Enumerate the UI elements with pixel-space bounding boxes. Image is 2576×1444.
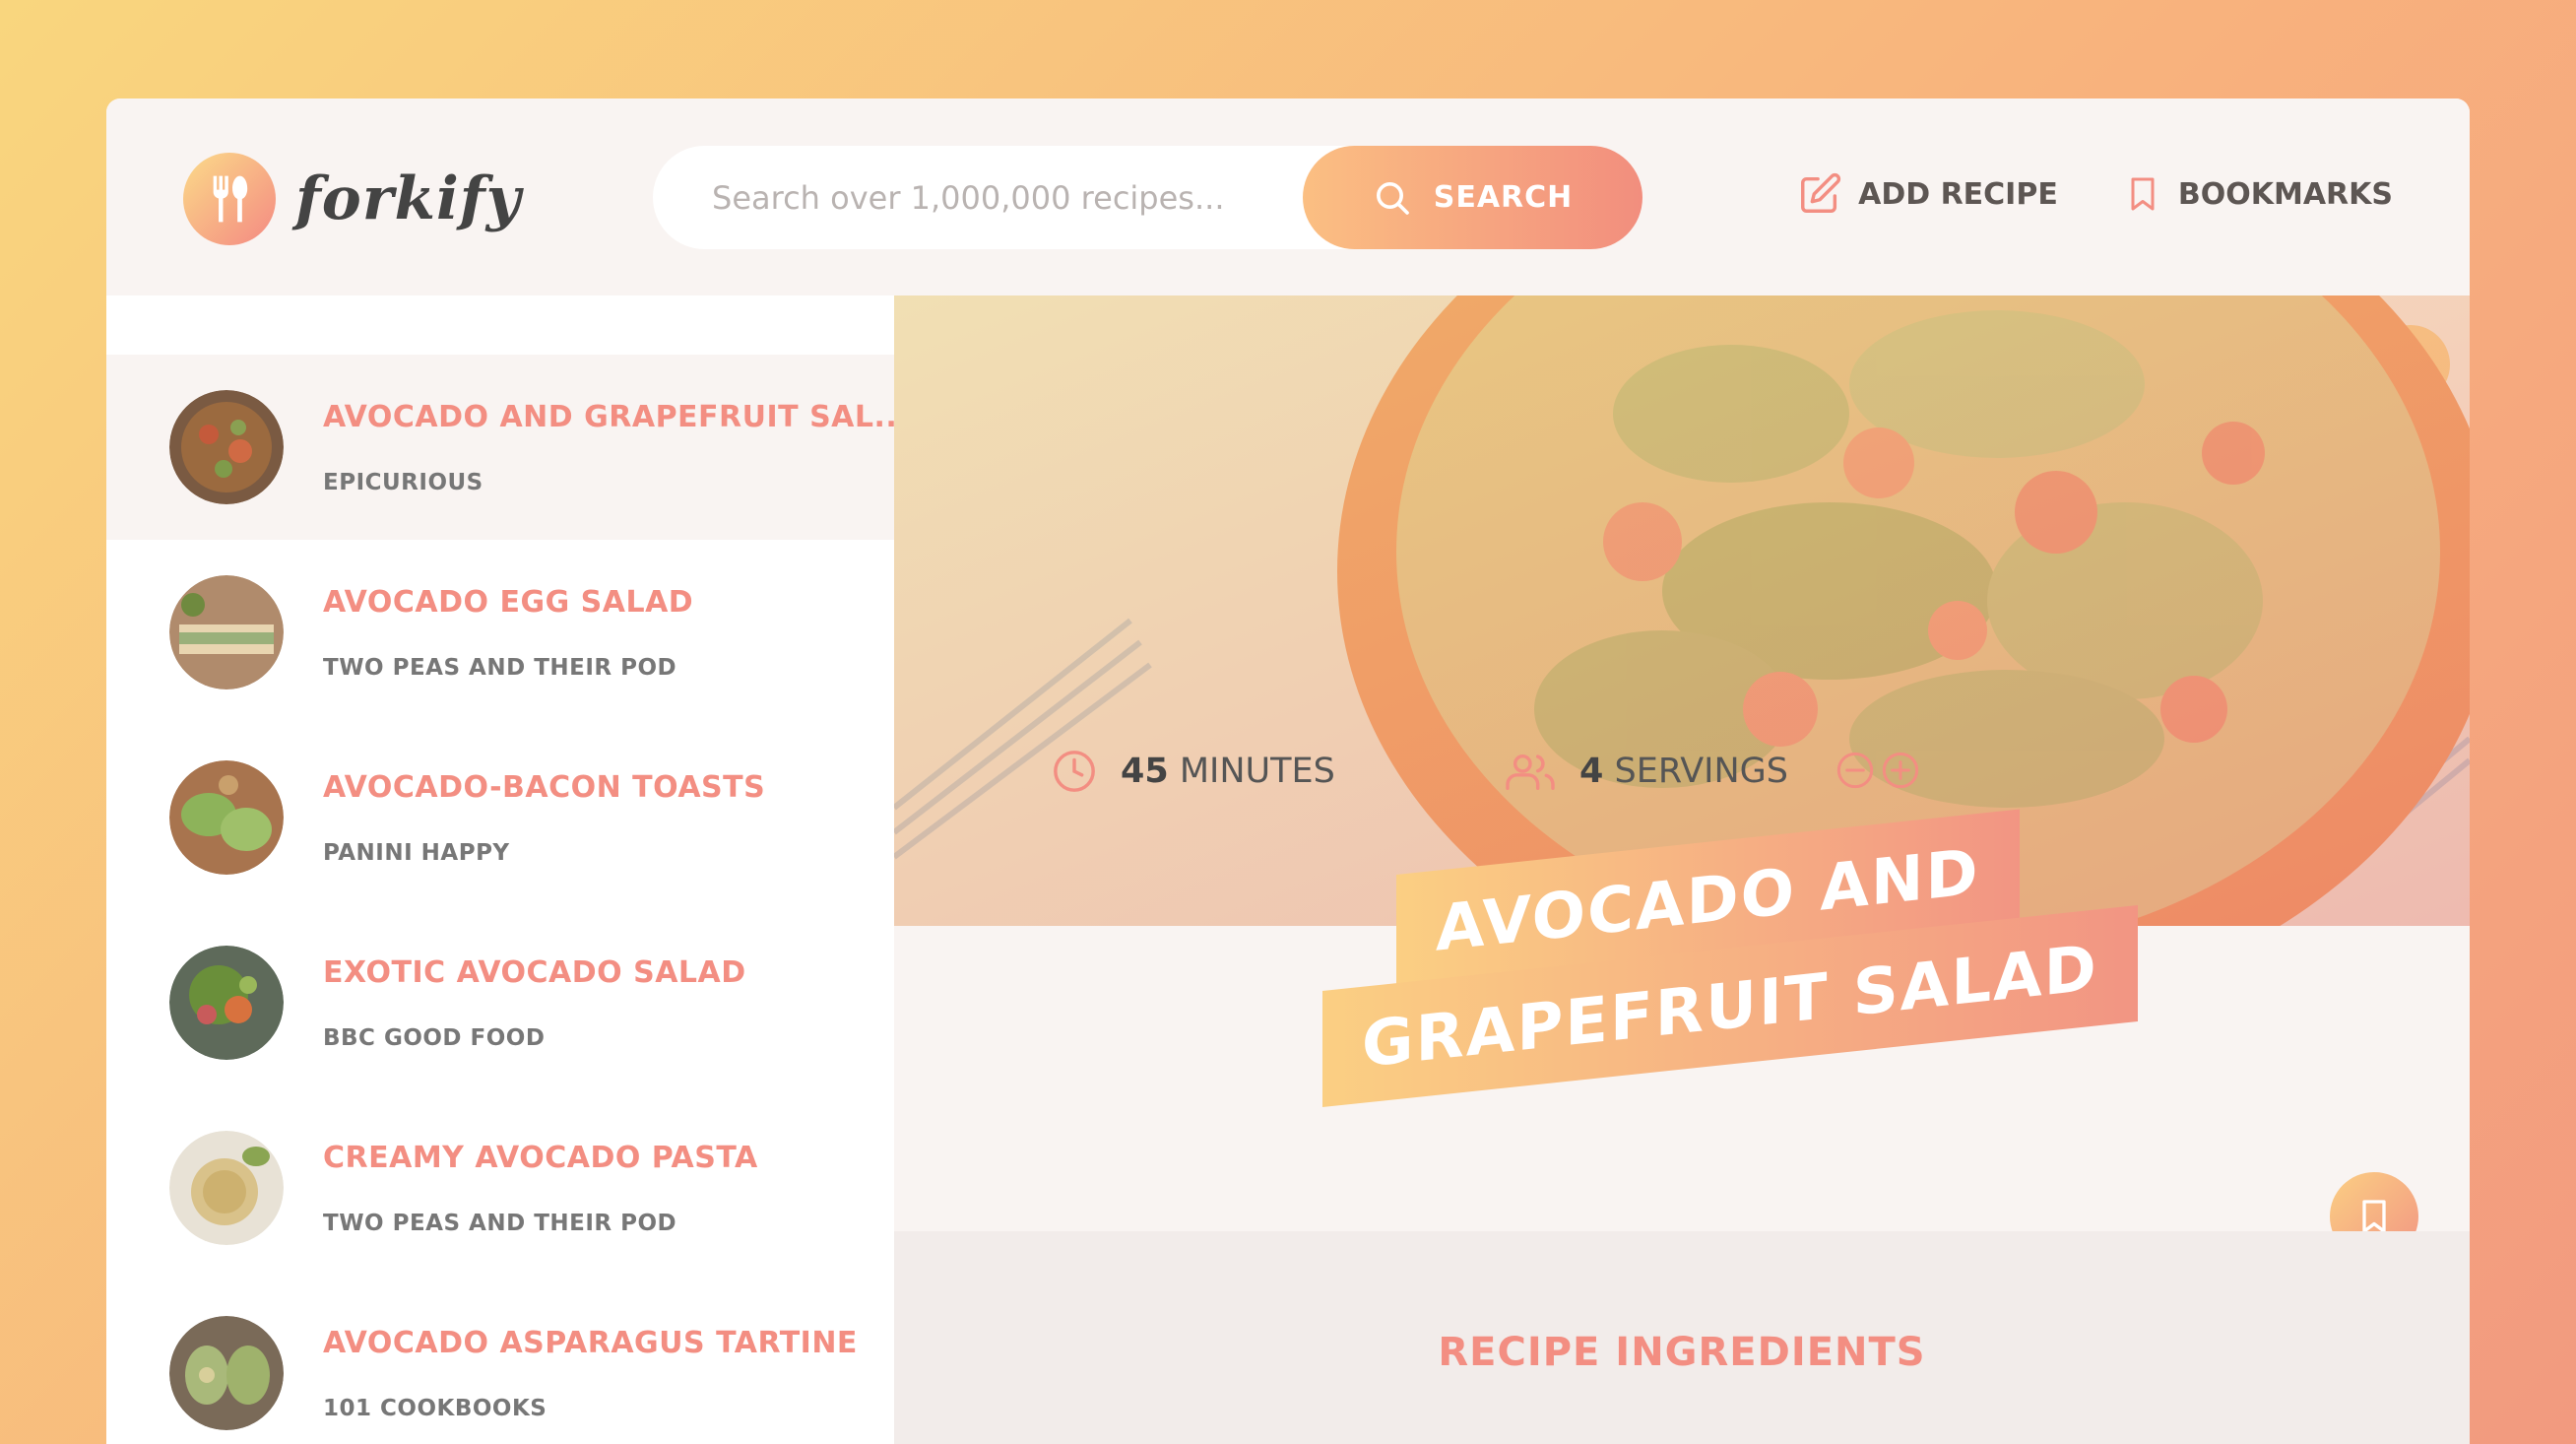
result-item[interactable]: AVOCADO AND GRAPEFRUIT SAL... EPICURIOUS [106, 355, 909, 540]
logo-text: forkify [295, 164, 522, 233]
result-publisher: PANINI HAPPY [323, 839, 510, 866]
result-publisher: TWO PEAS AND THEIR POD [323, 654, 677, 681]
clock-icon [1054, 751, 1095, 792]
search-button[interactable]: SEARCH [1303, 146, 1642, 249]
header: forkify SEARCH ADD RECIPE [106, 98, 2470, 295]
search-bar: SEARCH [653, 146, 1642, 249]
result-title: AVOCADO-BACON TOASTS [323, 769, 766, 805]
result-item[interactable]: AVOCADO-BACON TOASTS PANINI HAPPY [106, 725, 894, 910]
result-title: CREAMY AVOCADO PASTA [323, 1140, 758, 1175]
recipe-thumbnail [169, 390, 284, 504]
ingredients-heading: RECIPE INGREDIENTS [1438, 1330, 1926, 1375]
bookmark-icon [2131, 177, 2155, 211]
servings: 4 SERVINGS [1505, 749, 1920, 794]
recipe-thumbnail [169, 575, 284, 689]
bookmarks-label: BOOKMARKS [2177, 176, 2393, 212]
minus-circle-icon [1836, 752, 1874, 788]
users-icon [1506, 754, 1555, 790]
result-publisher: TWO PEAS AND THEIR POD [323, 1210, 677, 1236]
servings-label: SERVINGS [1614, 752, 1789, 791]
recipe-thumbnail [169, 946, 284, 1060]
recipe-thumbnail [169, 760, 284, 875]
minutes-value: 45 [1121, 752, 1169, 791]
search-button-label: SEARCH [1433, 180, 1574, 215]
plus-circle-icon [1882, 752, 1919, 788]
logo[interactable]: forkify [183, 153, 521, 245]
bookmarks-button[interactable]: BOOKMARKS [2123, 171, 2393, 217]
recipe-view: AVOCADO AND GRAPEFRUIT SALAD 45 MINUTES … [894, 295, 2470, 1444]
recipe-thumbnail [169, 1316, 284, 1430]
result-publisher: 101 COOKBOOKS [323, 1395, 547, 1421]
increase-servings-button[interactable] [1881, 751, 1920, 793]
cooking-time: 45 MINUTES [1052, 749, 1335, 794]
result-title: AVOCADO EGG SALAD [323, 584, 694, 620]
minutes-label: MINUTES [1179, 752, 1335, 791]
result-publisher: BBC GOOD FOOD [323, 1024, 546, 1051]
recipe-details [894, 926, 2470, 1231]
add-recipe-button[interactable]: ADD RECIPE [1797, 171, 2058, 217]
decrease-servings-button[interactable] [1835, 751, 1875, 793]
result-item[interactable]: AVOCADO EGG SALAD TWO PEAS AND THEIR POD [106, 540, 894, 725]
app-window: forkify SEARCH ADD RECIPE [106, 98, 2470, 1444]
result-title: AVOCADO AND GRAPEFRUIT SAL... [323, 399, 910, 434]
top-nav: ADD RECIPE BOOKMARKS [1797, 171, 2393, 217]
recipe-thumbnail [169, 1131, 284, 1245]
search-input[interactable] [712, 167, 1263, 228]
add-recipe-label: ADD RECIPE [1858, 176, 2058, 212]
result-title: AVOCADO ASPARAGUS TARTINE [323, 1325, 858, 1360]
ingredients-section: RECIPE INGREDIENTS [894, 1231, 2470, 1444]
fork-knife-icon [183, 153, 276, 245]
search-icon [1376, 181, 1409, 215]
result-item[interactable]: AVOCADO ASPARAGUS TARTINE 101 COOKBOOKS [106, 1280, 894, 1444]
search-results: AVOCADO AND GRAPEFRUIT SAL... EPICURIOUS… [106, 295, 909, 1444]
result-publisher: EPICURIOUS [323, 469, 483, 495]
result-item[interactable]: EXOTIC AVOCADO SALAD BBC GOOD FOOD [106, 910, 894, 1095]
edit-icon [1801, 172, 1841, 213]
result-item[interactable]: CREAMY AVOCADO PASTA TWO PEAS AND THEIR … [106, 1095, 894, 1280]
recipe-image [894, 295, 2470, 926]
servings-value: 4 [1579, 752, 1604, 791]
result-title: EXOTIC AVOCADO SALAD [323, 954, 746, 990]
